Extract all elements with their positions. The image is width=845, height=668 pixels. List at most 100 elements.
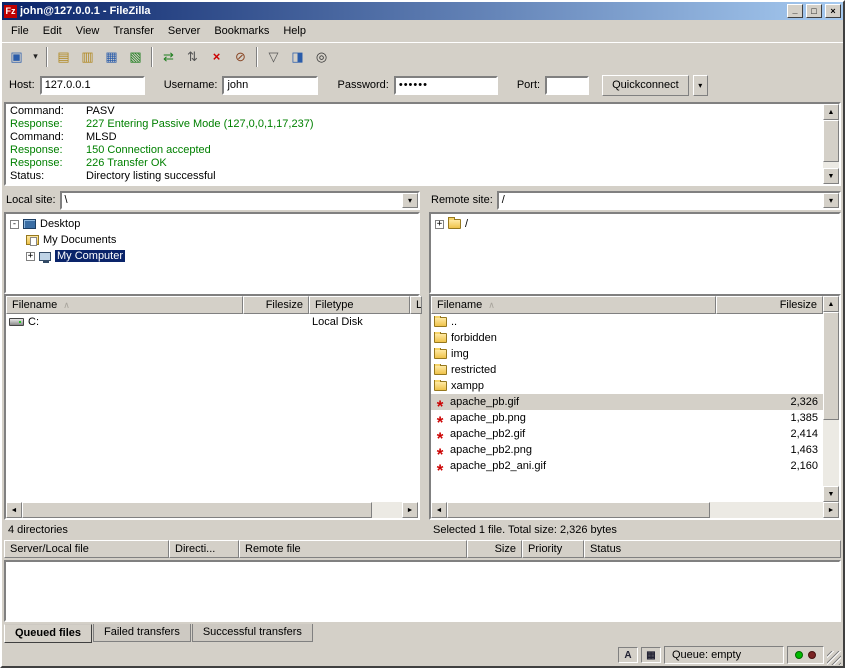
resize-grip[interactable] <box>827 651 841 665</box>
menu-transfer[interactable]: Transfer <box>106 22 161 40</box>
log-line: Status:Directory listing successful <box>10 170 823 183</box>
scroll-thumb[interactable] <box>447 502 710 518</box>
directory-filter-icon[interactable]: ▽ <box>262 46 285 68</box>
collapse-icon[interactable]: - <box>10 220 19 229</box>
log-text: PASV <box>86 105 115 118</box>
disconnect-icon[interactable]: ⊘ <box>229 46 252 68</box>
scroll-thumb[interactable] <box>823 312 839 420</box>
column-header-server-local-file[interactable]: Server/Local file <box>4 540 169 558</box>
menu-bookmarks[interactable]: Bookmarks <box>207 22 276 40</box>
close-button[interactable]: × <box>825 4 841 18</box>
compare-directories-glyph: ◨ <box>291 49 303 65</box>
tree-item-my-documents[interactable]: My Documents <box>6 232 418 248</box>
tree-item-label: My Computer <box>55 250 125 262</box>
remote-file-row[interactable]: apache_pb2_ani.gif2,160 <box>431 458 823 474</box>
main-split: Local site: \ ▾ - Desktop My Documents + <box>2 188 843 540</box>
menu-view[interactable]: View <box>69 22 107 40</box>
column-header-filename[interactable]: Filename∧ <box>6 296 243 314</box>
scroll-right-icon[interactable]: ► <box>823 502 839 518</box>
local-site-combobox[interactable]: \ ▾ <box>60 191 420 210</box>
log-text: 227 Entering Passive Mode (127,0,0,1,17,… <box>86 118 313 131</box>
column-label: Filename <box>437 299 482 311</box>
local-directory-tree: - Desktop My Documents + My Computer <box>4 212 420 294</box>
find-files-icon[interactable]: ◎ <box>310 46 333 68</box>
compare-directories-icon[interactable]: ◨ <box>286 46 309 68</box>
minimize-button[interactable]: _ <box>787 4 803 18</box>
remote-site-label: Remote site: <box>431 194 493 206</box>
file-name: img <box>451 348 469 360</box>
transfer-type-indicator-icon[interactable]: A <box>618 647 638 663</box>
cancel-icon[interactable]: × <box>205 46 228 68</box>
toggle-local-tree-icon[interactable]: ▥ <box>76 46 99 68</box>
column-header-remote-file[interactable]: Remote file <box>239 540 467 558</box>
column-header-status[interactable]: Status <box>584 540 841 558</box>
column-header-filesize[interactable]: Filesize <box>716 296 823 314</box>
tree-item-desktop[interactable]: - Desktop <box>6 216 418 232</box>
dropdown-icon[interactable]: ▾ <box>823 193 839 208</box>
scroll-thumb[interactable] <box>22 502 372 518</box>
port-input[interactable] <box>545 76 589 95</box>
encryption-indicator-icon[interactable]: ▦ <box>641 647 661 663</box>
toggle-queue-icon[interactable]: ▧ <box>124 46 147 68</box>
remote-file-row[interactable]: restricted <box>431 362 823 378</box>
password-input[interactable] <box>394 76 498 95</box>
expand-icon[interactable]: + <box>435 220 444 229</box>
local-file-row[interactable]: C: Local Disk <box>6 314 418 330</box>
column-label: Directi... <box>175 543 215 555</box>
local-list-hscrollbar[interactable]: ◄ ► <box>6 502 418 518</box>
menu-server[interactable]: Server <box>161 22 207 40</box>
remote-file-row[interactable]: apache_pb.png1,385 <box>431 410 823 426</box>
refresh-icon[interactable]: ⇄ <box>157 46 180 68</box>
scroll-right-icon[interactable]: ► <box>402 502 418 518</box>
column-header-filetype[interactable]: Filetype <box>309 296 410 314</box>
remote-file-row-selected[interactable]: apache_pb.gif2,326 <box>431 394 823 410</box>
quickconnect-button[interactable]: Quickconnect <box>602 75 689 96</box>
host-input[interactable] <box>40 76 145 95</box>
scroll-up-icon[interactable]: ▲ <box>823 296 839 312</box>
remote-file-row[interactable]: forbidden <box>431 330 823 346</box>
scroll-thumb[interactable] <box>823 120 839 162</box>
tree-item-root[interactable]: + / <box>431 216 839 232</box>
tab-successful-transfers[interactable]: Successful transfers <box>192 624 313 642</box>
column-header-direction[interactable]: Directi... <box>169 540 239 558</box>
toggle-message-log-icon[interactable]: ▤ <box>52 46 75 68</box>
quickconnect-dropdown-icon[interactable]: ▾ <box>693 75 708 96</box>
remote-file-row[interactable]: .. <box>431 314 823 330</box>
column-header-filename[interactable]: Filename∧ <box>431 296 716 314</box>
site-manager-icon[interactable]: ▣ <box>5 46 28 68</box>
menu-edit[interactable]: Edit <box>36 22 69 40</box>
toggle-remote-tree-icon[interactable]: ▦ <box>100 46 123 68</box>
remote-file-row[interactable]: apache_pb2.gif2,414 <box>431 426 823 442</box>
log-vscrollbar[interactable]: ▲ ▼ <box>823 104 839 184</box>
scroll-up-icon[interactable]: ▲ <box>823 104 839 120</box>
tree-item-my-computer[interactable]: + My Computer <box>6 248 418 264</box>
menu-file[interactable]: File <box>4 22 36 40</box>
scroll-down-icon[interactable]: ▼ <box>823 168 839 184</box>
directory-filter-glyph: ▽ <box>269 49 279 65</box>
maximize-button[interactable]: □ <box>806 4 822 18</box>
remote-file-row[interactable]: xampp <box>431 378 823 394</box>
scroll-down-icon[interactable]: ▼ <box>823 486 839 502</box>
column-header-last-modified[interactable]: L <box>410 296 422 314</box>
column-header-priority[interactable]: Priority <box>522 540 584 558</box>
remote-site-combobox[interactable]: / ▾ <box>497 191 841 210</box>
scroll-left-icon[interactable]: ◄ <box>431 502 447 518</box>
scroll-left-icon[interactable]: ◄ <box>6 502 22 518</box>
column-header-filesize[interactable]: Filesize <box>243 296 309 314</box>
site-manager-dropdown-icon[interactable]: ▾ <box>29 46 42 68</box>
dropdown-icon[interactable]: ▾ <box>402 193 418 208</box>
quickconnect-bar: Host: Username: Password: Port: Quickcon… <box>2 70 843 100</box>
local-file-list: Filename∧ Filesize Filetype L C: Local D… <box>4 294 420 520</box>
username-input[interactable] <box>222 76 318 95</box>
remote-file-row[interactable]: apache_pb2.png1,463 <box>431 442 823 458</box>
tab-failed-transfers[interactable]: Failed transfers <box>93 624 191 642</box>
expand-icon[interactable]: + <box>26 252 35 261</box>
tab-queued-files[interactable]: Queued files <box>4 624 92 643</box>
remote-list-hscrollbar[interactable]: ◄ ► <box>431 502 839 518</box>
menu-help[interactable]: Help <box>276 22 313 40</box>
process-queue-icon[interactable]: ⇅ <box>181 46 204 68</box>
remote-file-row[interactable]: img <box>431 346 823 362</box>
remote-list-vscrollbar[interactable]: ▲ ▼ <box>823 296 839 502</box>
column-header-size[interactable]: Size <box>467 540 522 558</box>
local-site-label: Local site: <box>6 194 56 206</box>
